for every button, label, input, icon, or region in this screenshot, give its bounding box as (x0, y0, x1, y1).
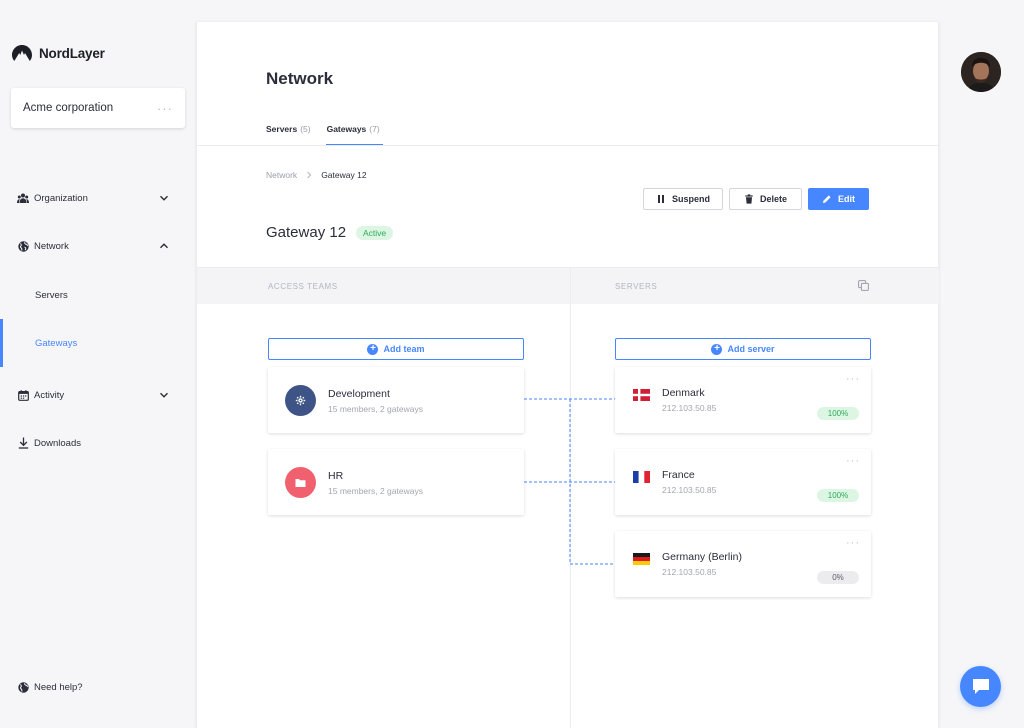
team-card-hr[interactable]: HR 15 members, 2 gateways (268, 449, 524, 515)
nordlayer-logo-icon (11, 44, 33, 62)
sidebar-item-label: Downloads (34, 438, 81, 449)
breadcrumb-current: Gateway 12 (321, 170, 366, 180)
trash-icon (744, 194, 754, 204)
tab-count: (5) (300, 124, 310, 134)
calendar-icon (17, 389, 29, 401)
add-team-button[interactable]: + Add team (268, 338, 524, 360)
folder-icon (295, 478, 306, 488)
add-server-label: Add server (727, 344, 774, 354)
column-divider (570, 267, 571, 728)
server-card-germany[interactable]: Germany (Berlin) 212.103.50.85 ··· 0% (615, 531, 871, 597)
load-badge: 0% (817, 571, 859, 584)
section-label: ACCESS TEAMS (268, 282, 338, 291)
dk-flag-icon (633, 389, 650, 401)
help-label: Need help? (34, 682, 83, 693)
breadcrumb-network[interactable]: Network (266, 170, 297, 180)
suspend-label: Suspend (672, 194, 710, 204)
server-name: Denmark (662, 387, 705, 399)
access-teams-header: ACCESS TEAMS (197, 267, 570, 304)
logo[interactable]: NordLayer (11, 44, 105, 62)
sidebar-item-organization[interactable]: Organization (17, 192, 177, 204)
chevron-down-icon (159, 390, 169, 400)
tabs: Servers(5) Gateways(7) (266, 124, 380, 146)
sidebar-item-downloads[interactable]: Downloads (17, 437, 177, 449)
add-server-button[interactable]: + Add server (615, 338, 871, 360)
load-badge: 100% (817, 407, 859, 420)
delete-label: Delete (760, 194, 787, 204)
suspend-button[interactable]: Suspend (643, 188, 723, 210)
add-team-label: Add team (383, 344, 424, 354)
delete-button[interactable]: Delete (729, 188, 802, 210)
more-icon[interactable]: ··· (846, 537, 860, 549)
tab-gateways[interactable]: Gateways(7) (327, 124, 380, 146)
sidebar-item-label: Activity (34, 390, 64, 401)
divider (197, 145, 938, 146)
globe-icon (17, 240, 29, 252)
team-avatar (285, 385, 316, 416)
chat-button[interactable] (960, 666, 1001, 707)
page-title: Network (266, 69, 333, 89)
status-badge: Active (356, 226, 393, 240)
tab-count: (7) (369, 124, 379, 134)
copy-icon[interactable] (858, 280, 869, 291)
team-name: Development (328, 388, 390, 400)
server-card-denmark[interactable]: Denmark 212.103.50.85 ··· 100% (615, 367, 871, 433)
sidebar-item-gateways[interactable]: Gateways (35, 338, 77, 349)
chevron-down-icon (159, 193, 169, 203)
help-link[interactable]: Need help? (17, 681, 177, 693)
main-panel: Network Servers(5) Gateways(7) Network G… (196, 22, 939, 728)
server-ip: 212.103.50.85 (662, 485, 716, 495)
fr-flag-icon (633, 471, 650, 483)
chat-icon (972, 678, 990, 695)
edit-button[interactable]: Edit (808, 188, 869, 210)
org-switcher[interactable]: Acme corporation ··· (11, 88, 185, 128)
server-ip: 212.103.50.85 (662, 403, 716, 413)
user-photo (961, 52, 1001, 92)
more-icon[interactable]: ··· (846, 373, 860, 385)
more-icon[interactable]: ··· (846, 455, 860, 467)
server-card-france[interactable]: France 212.103.50.85 ··· 100% (615, 449, 871, 515)
pencil-icon (822, 194, 832, 204)
org-menu-icon[interactable]: ··· (157, 102, 173, 115)
sidebar-item-label: Organization (34, 193, 88, 204)
breadcrumb: Network Gateway 12 (266, 170, 367, 180)
sidebar-item-label: Network (34, 241, 69, 252)
edit-label: Edit (838, 194, 855, 204)
plus-circle-icon: + (367, 344, 378, 355)
server-name: Germany (Berlin) (662, 551, 742, 563)
user-avatar[interactable] (961, 52, 1001, 92)
active-indicator (0, 319, 3, 367)
chevron-up-icon (159, 241, 169, 251)
sidebar-item-activity[interactable]: Activity (17, 389, 177, 401)
sidebar: NordLayer Acme corporation ··· Organizat… (0, 0, 196, 728)
tab-label: Gateways (327, 124, 367, 134)
pause-icon (656, 194, 666, 204)
download-icon (17, 437, 29, 449)
de-flag-icon (633, 553, 650, 565)
tab-label: Servers (266, 124, 297, 134)
globe-icon (17, 681, 29, 693)
server-ip: 212.103.50.85 (662, 567, 716, 577)
chevron-right-icon (305, 171, 313, 179)
brand-name: NordLayer (39, 46, 105, 61)
team-avatar (285, 467, 316, 498)
servers-header: SERVERS (571, 267, 939, 304)
section-label: SERVERS (615, 282, 657, 291)
tab-servers[interactable]: Servers(5) (266, 124, 311, 146)
sidebar-item-network[interactable]: Network (17, 240, 177, 252)
people-icon (17, 192, 29, 204)
org-name: Acme corporation (23, 102, 113, 114)
server-name: France (662, 469, 695, 481)
team-meta: 15 members, 2 gateways (328, 404, 423, 414)
sidebar-item-servers[interactable]: Servers (35, 290, 68, 301)
gateway-title: Gateway 12 (266, 224, 346, 241)
plus-circle-icon: + (711, 344, 722, 355)
gear-icon (295, 395, 306, 406)
team-name: HR (328, 470, 343, 482)
load-badge: 100% (817, 489, 859, 502)
team-meta: 15 members, 2 gateways (328, 486, 423, 496)
team-card-development[interactable]: Development 15 members, 2 gateways (268, 367, 524, 433)
